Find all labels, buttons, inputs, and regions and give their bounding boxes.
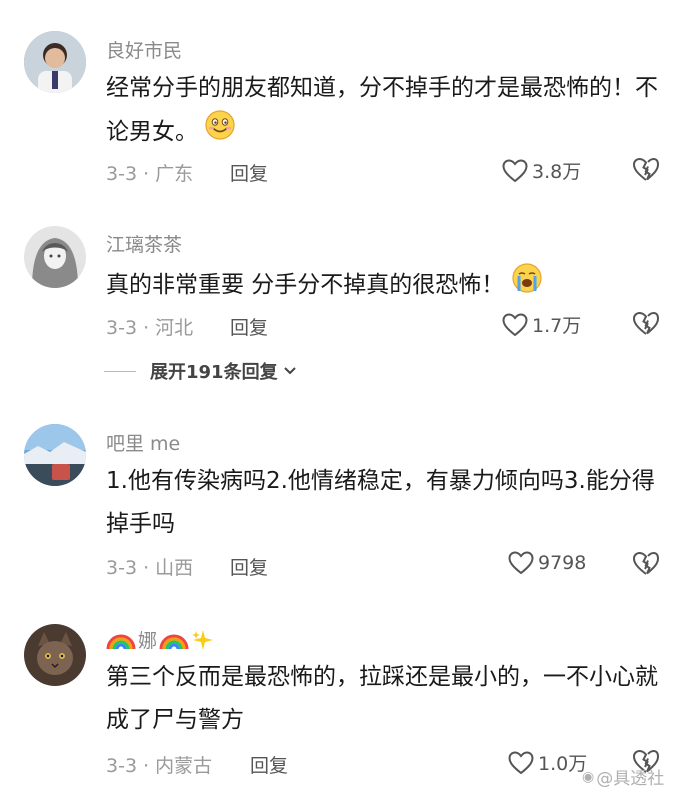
like-button[interactable]: 3.8万 [502, 157, 581, 184]
comment-meta: 3-3 · 河北 [106, 317, 194, 339]
reply-button[interactable]: 回复 [230, 553, 268, 580]
comment-text: 第三个反而是最恐怖的，拉踩还是最小的，一不小心就成了尸与警方 [106, 664, 658, 733]
watermark: ◉ @具透社 [582, 764, 665, 790]
reply-button[interactable]: 回复 [250, 751, 288, 778]
broken-heart-icon [632, 311, 660, 335]
divider [104, 370, 136, 372]
chevron-down-icon [283, 367, 296, 375]
username[interactable]: 良好市民 [106, 36, 182, 63]
like-count: 1.7万 [532, 315, 582, 337]
like-button[interactable]: 1.7万 [502, 311, 581, 338]
reply-button[interactable]: 回复 [230, 159, 268, 186]
username[interactable]: 吧里 me [106, 429, 180, 456]
broken-heart-icon [632, 551, 660, 575]
comment-meta: 3-3 · 内蒙古 [106, 755, 213, 777]
avatar[interactable] [24, 624, 86, 686]
comment-text-content: 真的非常重要 分手分不掉真的很恐怖！ [106, 272, 505, 298]
smile-emoji-icon [205, 110, 235, 155]
username[interactable]: 江璃茶茶 [106, 230, 182, 257]
like-count: 3.8万 [532, 161, 582, 183]
like-button[interactable]: 9798 [508, 551, 586, 575]
reply-button[interactable]: 回复 [230, 313, 268, 340]
comment-text: 真的非常重要 分手分不掉真的很恐怖！ [106, 263, 666, 308]
username-text: 娜 [138, 630, 158, 652]
comment-meta: 3-3 · 广东 [106, 163, 194, 185]
like-count: 1.0万 [538, 753, 588, 775]
sparkles-icon [192, 629, 214, 650]
heart-icon [502, 158, 528, 182]
avatar[interactable] [24, 31, 86, 93]
heart-icon [502, 312, 528, 336]
comment-text-content: 经常分手的朋友都知道，分不掉手的才是最恐怖的！不论男女。 [106, 75, 658, 145]
avatar[interactable] [24, 424, 86, 486]
dislike-button[interactable] [632, 311, 660, 340]
rainbow-icon [159, 634, 189, 649]
dislike-button[interactable] [632, 551, 660, 580]
heart-icon [508, 750, 534, 774]
expand-replies-button[interactable]: 展开191条回复 [104, 358, 298, 384]
username[interactable]: 娜 [106, 626, 215, 653]
rainbow-icon [106, 634, 136, 649]
weibo-logo-icon: ◉ [582, 768, 595, 785]
dislike-button[interactable] [632, 157, 660, 186]
broken-heart-icon [632, 157, 660, 181]
heart-icon [508, 551, 534, 575]
comment-text: 1.他有传染病吗2.他情绪稳定，有暴力倾向吗3.能分得掉手吗 [106, 468, 655, 537]
avatar[interactable] [24, 226, 86, 288]
like-button[interactable]: 1.0万 [508, 749, 587, 776]
expand-replies-label: 展开191条回复 [150, 362, 278, 383]
comment-text: 经常分手的朋友都知道，分不掉手的才是最恐怖的！不论男女。 [106, 67, 666, 155]
comment-meta: 3-3 · 山西 [106, 557, 194, 579]
watermark-text: @具透社 [596, 769, 665, 789]
like-count: 9798 [538, 552, 587, 574]
crying-emoji-icon [512, 263, 542, 308]
